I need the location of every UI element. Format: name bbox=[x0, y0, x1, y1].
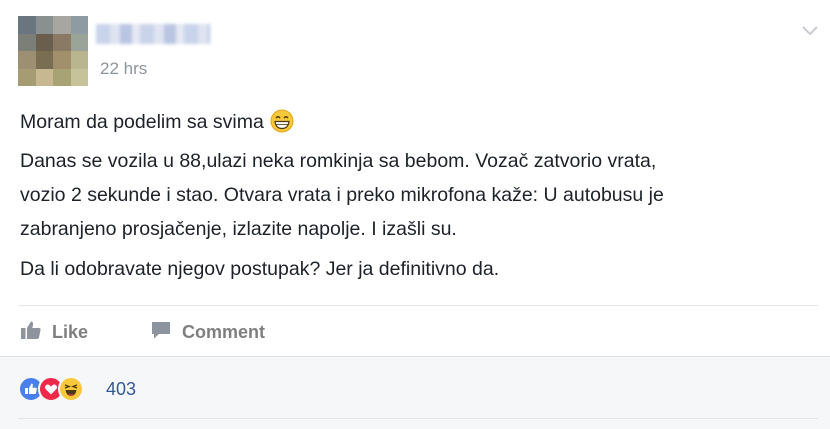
haha-reaction-icon bbox=[58, 376, 84, 402]
like-label: Like bbox=[52, 321, 89, 342]
post-text-line-1: Moram da podelim sa svima bbox=[20, 105, 294, 144]
post-intro-text: Moram da podelim sa svima bbox=[20, 111, 264, 133]
comment-label: Comment bbox=[182, 321, 266, 342]
comment-button[interactable]: Comment bbox=[150, 318, 265, 346]
thumbs-up-icon bbox=[20, 320, 42, 345]
facebook-post: 22 hrs Moram da podelim sa svima Danas s… bbox=[0, 0, 830, 429]
divider bbox=[18, 305, 818, 306]
like-button[interactable]: Like bbox=[20, 318, 88, 346]
reactions-summary[interactable] bbox=[18, 376, 84, 402]
chevron-down-icon[interactable] bbox=[800, 20, 820, 40]
post-text-line: Danas se vozila u 88,ulazi neka romkinja… bbox=[20, 150, 657, 172]
post-text-line: vozio 2 sekunde i stao. Otvara vrata i p… bbox=[20, 184, 664, 206]
post-text-line: zabranjeno prosjačenje, izlazite napolje… bbox=[20, 218, 457, 240]
reaction-count[interactable]: 403 bbox=[106, 379, 136, 400]
post-timestamp[interactable]: 22 hrs bbox=[100, 59, 147, 79]
post-question-text: Da li odobravate njegov postupak? Jer ja… bbox=[20, 258, 500, 280]
comment-icon bbox=[150, 320, 172, 345]
avatar[interactable] bbox=[18, 16, 88, 86]
divider bbox=[18, 418, 818, 419]
author-name-blurred[interactable] bbox=[96, 24, 210, 44]
grinning-emoji-icon bbox=[270, 109, 294, 144]
post-text-paragraph: Danas se vozila u 88,ulazi neka romkinja… bbox=[20, 144, 664, 246]
